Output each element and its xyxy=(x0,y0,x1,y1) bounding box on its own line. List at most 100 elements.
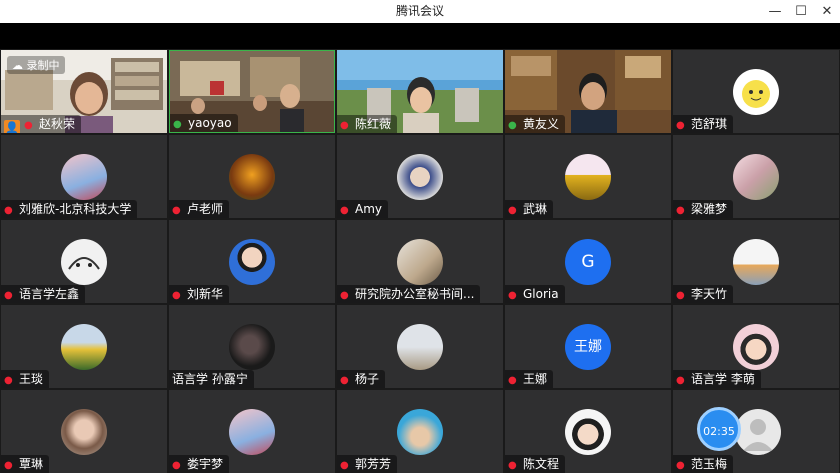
mic-muted-icon: ● xyxy=(340,290,349,301)
participant-tile[interactable]: ● 娄宇梦 xyxy=(169,390,335,473)
participant-tile-video[interactable]: ● 黄友义 xyxy=(505,50,671,133)
participant-label: ● 武琳 xyxy=(505,200,554,218)
mic-muted-icon: ● xyxy=(4,205,13,216)
timer-badge: 02:35 xyxy=(697,407,741,451)
mic-muted-icon: ● xyxy=(340,205,349,216)
participant-label: ● 覃琳 xyxy=(1,455,50,473)
avatar xyxy=(229,324,275,370)
participant-name: 娄宇梦 xyxy=(187,457,224,471)
participant-label: ● 语言学 李萌 xyxy=(673,370,761,388)
participant-label: 语言学 孙露宁 xyxy=(169,370,254,388)
avatar xyxy=(733,69,779,115)
participant-name: 语言学 孙露宁 xyxy=(172,372,248,386)
participant-tile[interactable]: ● 李天竹 xyxy=(673,220,839,303)
participant-label: ● 陈文程 xyxy=(505,455,566,473)
participant-name: 王娜 xyxy=(523,372,548,386)
participant-name: Gloria xyxy=(523,287,559,301)
avatar xyxy=(61,239,107,285)
participant-name: yaoyao xyxy=(188,116,232,130)
participant-tile[interactable]: 02:35 ● 范玉梅 xyxy=(673,390,839,473)
participant-name: 陈文程 xyxy=(523,457,560,471)
participant-tile[interactable]: ● 研究院办公室秘书间... xyxy=(337,220,503,303)
close-icon[interactable]: ✕ xyxy=(812,0,840,23)
participant-tile[interactable]: ● 范舒琪 xyxy=(673,50,839,133)
mic-muted-icon: ● xyxy=(4,290,13,301)
participant-name: 郭芳芳 xyxy=(355,457,392,471)
mic-muted-icon: ● xyxy=(676,460,685,471)
mic-muted-icon: ● xyxy=(676,375,685,386)
participant-label: ● Amy xyxy=(337,200,388,218)
participant-tile[interactable]: ● 王琰 xyxy=(1,305,167,388)
participant-label: ● 刘新华 xyxy=(169,285,230,303)
avatar xyxy=(565,409,611,455)
participant-tile[interactable]: ● 武琳 xyxy=(505,135,671,218)
participant-label: ● 黄友义 xyxy=(505,115,566,133)
avatar xyxy=(565,154,611,200)
participant-name: 刘雅欣-北京科技大学 xyxy=(19,202,132,216)
participant-tile[interactable]: ● 梁雅梦 xyxy=(673,135,839,218)
participant-tile[interactable]: ● 卢老师 xyxy=(169,135,335,218)
participant-name: 杨子 xyxy=(355,372,380,386)
participant-tile[interactable]: ● 语言学左鑫 xyxy=(1,220,167,303)
participant-label: ● 梁雅梦 xyxy=(673,200,734,218)
participant-tile-video[interactable]: ● 陈红薇 xyxy=(337,50,503,133)
participant-label: ● 范舒琪 xyxy=(673,115,734,133)
participant-name: 梁雅梦 xyxy=(691,202,728,216)
default-avatar-icon xyxy=(735,409,781,455)
participant-label: 👤 ● 赵秋荣 xyxy=(1,115,82,133)
participant-tile[interactable]: ● 刘雅欣-北京科技大学 xyxy=(1,135,167,218)
participant-label: ● 语言学左鑫 xyxy=(1,285,86,303)
avatar xyxy=(397,239,443,285)
mic-on-icon: ● xyxy=(508,120,517,131)
participant-grid: ☁ 录制中 👤 ● 赵秋荣 ● yaoyao ● 陈红薇 ● 黄友义 ● 范舒琪… xyxy=(0,49,840,473)
participant-label: ● Gloria xyxy=(505,285,565,303)
avatar xyxy=(61,154,107,200)
participant-name: 语言学 李萌 xyxy=(691,372,755,386)
participant-name: Amy xyxy=(355,202,382,216)
participant-label: ● 王娜 xyxy=(505,370,554,388)
avatar xyxy=(397,409,443,455)
mic-muted-icon: ● xyxy=(172,290,181,301)
participant-name: 覃琳 xyxy=(19,457,44,471)
participant-name: 王琰 xyxy=(19,372,44,386)
mic-muted-icon: ● xyxy=(676,120,685,131)
participant-name: 黄友义 xyxy=(523,117,560,131)
participant-tile[interactable]: ● 语言学 李萌 xyxy=(673,305,839,388)
meeting-top-bar xyxy=(0,23,840,49)
avatar xyxy=(733,239,779,285)
participant-tile[interactable]: 语言学 孙露宁 xyxy=(169,305,335,388)
participant-label: ● 研究院办公室秘书间... xyxy=(337,285,481,303)
participant-name: 赵秋荣 xyxy=(39,117,76,131)
avatar xyxy=(397,154,443,200)
participant-name: 语言学左鑫 xyxy=(19,287,80,301)
mic-on-icon: ● xyxy=(173,119,182,130)
mic-muted-icon: ● xyxy=(676,205,685,216)
participant-tile[interactable]: ● 刘新华 xyxy=(169,220,335,303)
participant-tile[interactable]: ● Amy xyxy=(337,135,503,218)
participant-tile[interactable]: ● 杨子 xyxy=(337,305,503,388)
title-bar: 腾讯会议 — ☐ ✕ xyxy=(0,0,840,24)
participant-label: ● 刘雅欣-北京科技大学 xyxy=(1,200,138,218)
host-icon: 👤 xyxy=(4,120,20,133)
participant-label: ● 李天竹 xyxy=(673,285,734,303)
participant-tile[interactable]: ● 覃琳 xyxy=(1,390,167,473)
recording-indicator: ☁ 录制中 xyxy=(7,56,65,74)
mic-muted-icon: ● xyxy=(508,290,517,301)
participant-label: ● 王琰 xyxy=(1,370,50,388)
participant-tile[interactable]: G ● Gloria xyxy=(505,220,671,303)
participant-name: 刘新华 xyxy=(187,287,224,301)
avatar xyxy=(61,409,107,455)
mic-muted-icon: ● xyxy=(340,120,349,131)
avatar xyxy=(61,324,107,370)
participant-name: 范舒琪 xyxy=(691,117,728,131)
participant-label: ● 娄宇梦 xyxy=(169,455,230,473)
participant-label: ● yaoyao xyxy=(170,114,238,132)
participant-label: ● 郭芳芳 xyxy=(337,455,398,473)
participant-tile[interactable]: ● 郭芳芳 xyxy=(337,390,503,473)
mic-muted-icon: ● xyxy=(676,290,685,301)
participant-tile-video[interactable]: ● yaoyao xyxy=(169,50,335,133)
participant-tile[interactable]: ● 陈文程 xyxy=(505,390,671,473)
recording-label: 录制中 xyxy=(26,59,60,72)
participant-tile-video[interactable]: ☁ 录制中 👤 ● 赵秋荣 xyxy=(1,50,167,133)
participant-tile[interactable]: 王娜 ● 王娜 xyxy=(505,305,671,388)
